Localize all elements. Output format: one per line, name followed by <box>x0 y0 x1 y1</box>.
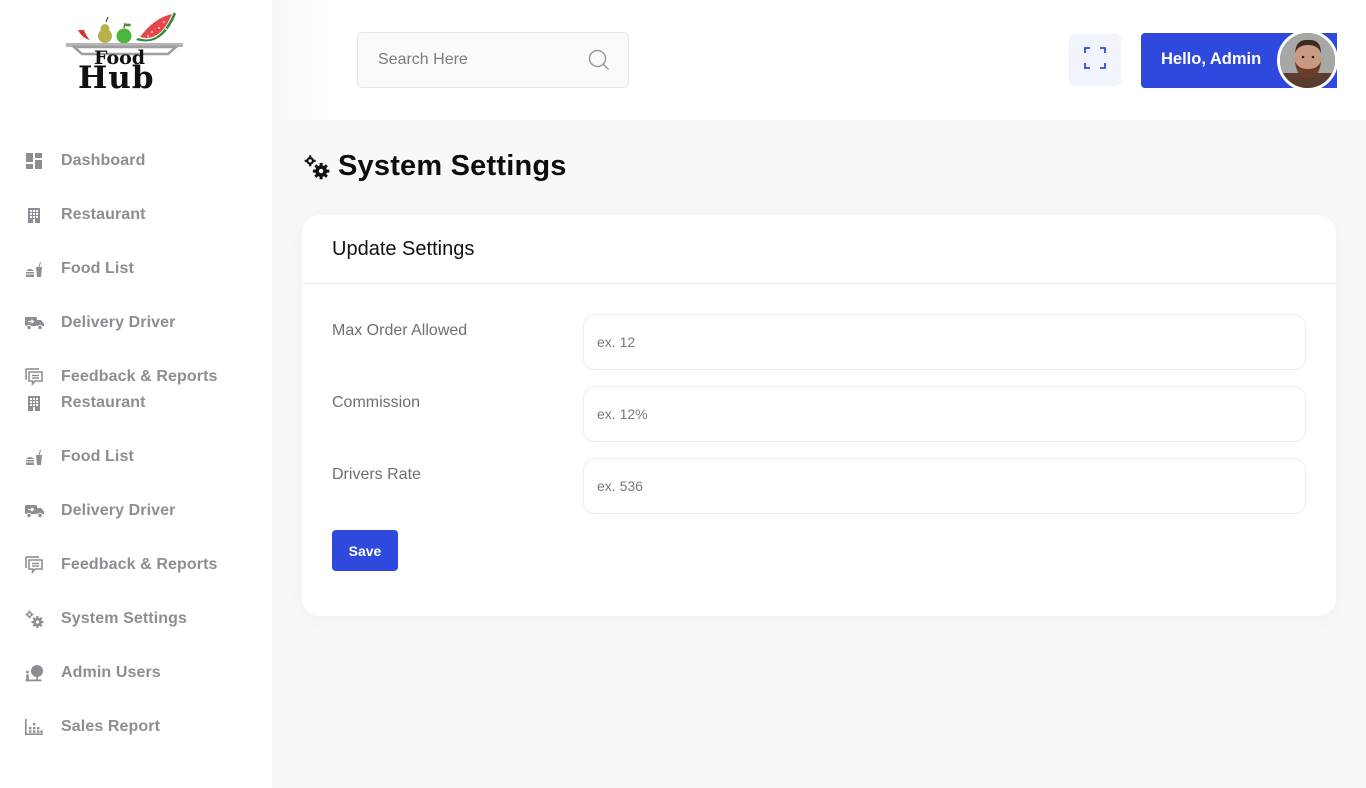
fastfood-icon <box>24 259 44 279</box>
commission-input[interactable] <box>583 386 1306 442</box>
building-icon <box>24 205 44 225</box>
drivers-rate-label: Drivers Rate <box>332 466 421 483</box>
max-order-input[interactable] <box>583 314 1306 370</box>
settings-icon <box>24 609 44 629</box>
search-input[interactable] <box>378 51 578 69</box>
form-row-max-order: Max Order Allowed <box>332 314 1306 370</box>
search-icon[interactable] <box>588 49 610 76</box>
sidebar-item-restaurant[interactable]: Restaurant <box>24 202 146 228</box>
truck-icon <box>24 501 44 521</box>
bar-chart-icon <box>24 717 44 737</box>
truck-icon <box>24 313 44 333</box>
page-title: System Settings <box>304 150 567 183</box>
sidebar-item-sales-report[interactable]: Sales Report <box>24 714 160 740</box>
admin-users-icon <box>24 663 44 683</box>
fastfood-icon <box>24 447 44 467</box>
admin-avatar[interactable] <box>1277 30 1338 91</box>
sidebar-item-admin-users[interactable]: Admin Users <box>24 660 161 686</box>
food-hub-logo[interactable]: Food Hub <box>64 8 188 96</box>
sidebar-item-label: Feedback & Reports <box>61 368 218 385</box>
settings-icon <box>304 154 330 180</box>
sidebar-item-label: Dashboard <box>61 152 146 169</box>
drivers-rate-input[interactable] <box>583 458 1306 514</box>
sidebar-item-label: Feedback & Reports <box>61 556 218 573</box>
sidebar-item-delivery-driver-2[interactable]: Delivery Driver <box>24 498 175 524</box>
sidebar-item-label: Delivery Driver <box>61 502 176 519</box>
save-button[interactable]: Save <box>332 530 398 571</box>
sidebar-item-label: Delivery Driver <box>61 314 176 331</box>
sidebar-item-restaurant-2[interactable]: Restaurant <box>24 390 146 416</box>
sidebar-item-label: Food List <box>61 260 134 277</box>
sidebar-item-feedback-reports[interactable]: Feedback & Reports <box>24 364 218 390</box>
card-title: Update Settings <box>332 237 475 260</box>
feedback-icon <box>24 555 44 575</box>
sidebar: Food Hub Dashboard Restaurant Food List <box>0 0 272 788</box>
sidebar-item-food-list[interactable]: Food List <box>24 256 134 282</box>
sidebar-item-feedback-reports-2[interactable]: Feedback & Reports <box>24 552 218 578</box>
sidebar-item-label: Admin Users <box>61 664 161 681</box>
sidebar-item-label: Restaurant <box>61 206 146 223</box>
logo-text-hub: Hub <box>78 60 155 96</box>
sidebar-item-label: Restaurant <box>61 394 146 411</box>
sidebar-item-dashboard[interactable]: Dashboard <box>24 148 145 174</box>
sidebar-item-delivery-driver[interactable]: Delivery Driver <box>24 310 175 336</box>
update-settings-card: Update Settings Max Order Allowed Commis… <box>302 215 1336 616</box>
sidebar-item-system-settings[interactable]: System Settings <box>24 606 187 632</box>
fullscreen-button[interactable] <box>1069 34 1121 86</box>
sidebar-item-label: Sales Report <box>61 718 161 735</box>
dashboard-icon <box>24 151 44 171</box>
page-heading: System Settings <box>338 150 567 182</box>
top-header: Hello, Admin <box>272 0 1366 120</box>
search-box <box>357 32 629 88</box>
greeting-text: Hello, Admin <box>1161 50 1262 68</box>
sidebar-item-food-list-2[interactable]: Food List <box>24 444 134 470</box>
form-row-drivers-rate: Drivers Rate <box>332 458 1306 514</box>
max-order-label: Max Order Allowed <box>332 322 468 339</box>
sidebar-item-label: Food List <box>61 448 134 465</box>
card-header: Update Settings <box>302 215 1336 284</box>
building-icon <box>24 393 44 413</box>
form-row-commission: Commission <box>332 386 1306 442</box>
commission-label: Commission <box>332 394 421 411</box>
feedback-icon <box>24 367 44 387</box>
fullscreen-icon <box>1084 46 1106 74</box>
avatar-image <box>1280 33 1335 88</box>
sidebar-item-label: System Settings <box>61 610 187 627</box>
